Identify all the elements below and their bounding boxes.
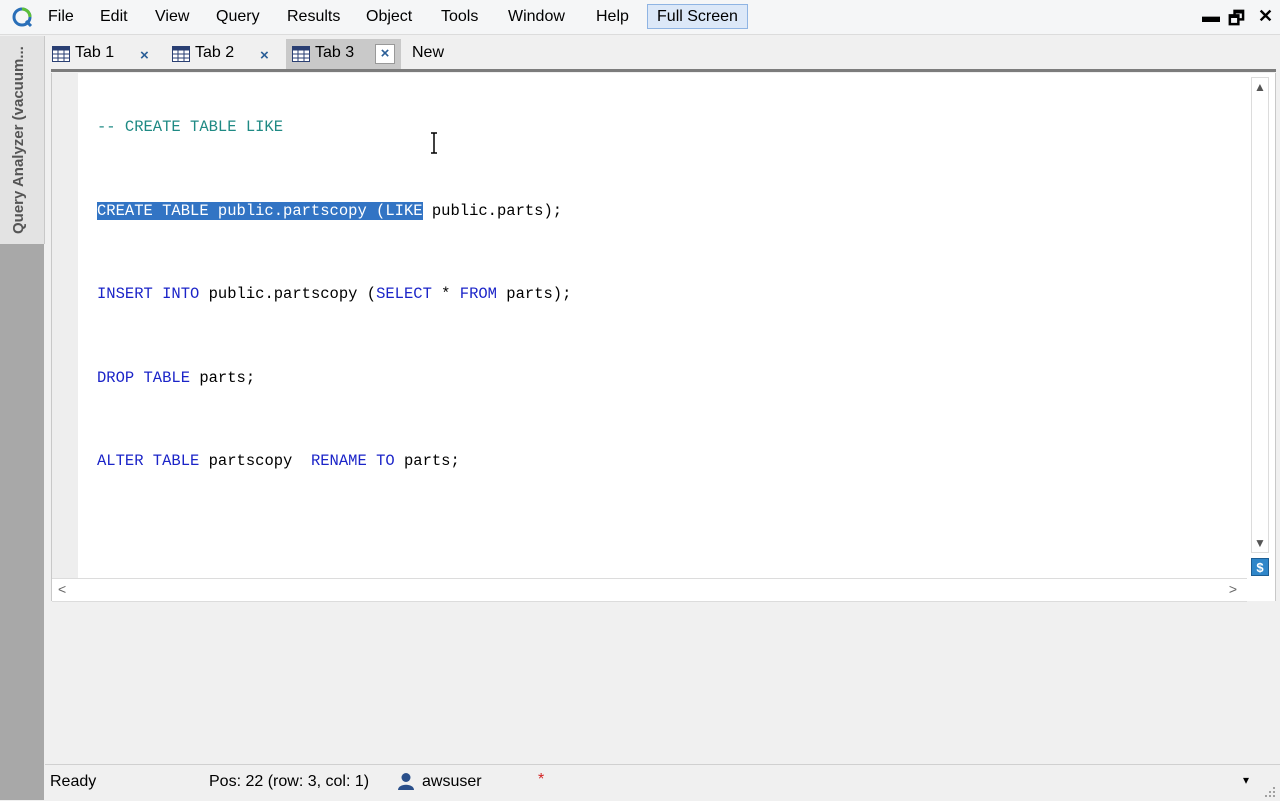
tab-1-label: Tab 1 bbox=[75, 44, 115, 61]
text-token: parts; bbox=[394, 452, 460, 470]
code-line-4: DROP TABLE parts; bbox=[97, 368, 571, 416]
tab-1[interactable]: Tab 1 × bbox=[46, 39, 158, 69]
vertical-scrollbar[interactable]: ▲ ▼ bbox=[1251, 77, 1269, 553]
text-token: public.partscopy ( bbox=[199, 285, 377, 303]
resize-grip-icon[interactable] bbox=[1264, 786, 1276, 798]
menu-bar: File Edit View Query Results Object Tool… bbox=[0, 0, 1280, 35]
menu-help[interactable]: Help bbox=[596, 8, 629, 26]
menu-edit[interactable]: Edit bbox=[100, 8, 128, 26]
dollar-icon[interactable]: $ bbox=[1251, 558, 1269, 576]
query-analyzer-panel-tab[interactable]: Query Analyzer (vacuum... bbox=[0, 36, 45, 244]
scroll-down-icon[interactable]: ▼ bbox=[1252, 534, 1268, 552]
code-line-5: ALTER TABLE partscopy RENAME TO parts; bbox=[97, 451, 571, 499]
new-tab-button[interactable]: New bbox=[412, 44, 444, 62]
menu-results[interactable]: Results bbox=[287, 8, 340, 26]
user-icon bbox=[398, 773, 414, 790]
close-tab-3-icon[interactable]: × bbox=[375, 44, 395, 64]
text-token: parts); bbox=[497, 285, 572, 303]
menu-tools[interactable]: Tools bbox=[441, 8, 478, 26]
tab-3-label: Tab 3 bbox=[315, 44, 355, 61]
code-line-1: -- CREATE TABLE LIKE bbox=[97, 117, 571, 165]
full-screen-button[interactable]: Full Screen bbox=[647, 4, 748, 29]
scroll-left-icon[interactable]: < bbox=[58, 581, 66, 597]
menu-query[interactable]: Query bbox=[216, 8, 260, 26]
menu-file[interactable]: File bbox=[48, 8, 74, 26]
editor-gutter bbox=[52, 73, 78, 578]
user-name: awsuser bbox=[422, 773, 482, 790]
keyword-token: INSERT INTO bbox=[97, 285, 200, 303]
text-token: * bbox=[431, 285, 460, 303]
minimize-button[interactable]: ▬ bbox=[1202, 6, 1220, 27]
close-tab-2-icon[interactable]: × bbox=[260, 47, 269, 64]
text-token: public.parts); bbox=[422, 201, 563, 220]
menu-window[interactable]: Window bbox=[508, 8, 565, 26]
modified-indicator: * bbox=[538, 771, 545, 788]
menu-view[interactable]: View bbox=[155, 8, 189, 26]
restore-button[interactable]: 🗗 bbox=[1228, 6, 1245, 36]
close-window-button[interactable]: ✕ bbox=[1258, 6, 1273, 27]
tab-underline bbox=[51, 69, 1276, 72]
keyword-token: SELECT bbox=[376, 285, 432, 303]
side-panel: Query Analyzer (vacuum... bbox=[0, 36, 45, 800]
cursor-position: Pos: 22 (row: 3, col: 1) bbox=[209, 773, 370, 790]
keyword-token: ALTER TABLE bbox=[97, 452, 200, 470]
results-area bbox=[45, 603, 1280, 763]
keyword-token: DROP TABLE bbox=[97, 368, 191, 387]
tab-3[interactable]: Tab 3 × bbox=[286, 39, 401, 69]
table-grid-icon bbox=[292, 46, 310, 62]
table-grid-icon bbox=[172, 46, 190, 62]
app-logo-icon bbox=[12, 7, 33, 28]
code-area[interactable]: -- CREATE TABLE LIKE CREATE TABLE public… bbox=[97, 81, 571, 535]
status-dropdown-icon[interactable]: ▾ bbox=[1243, 773, 1249, 787]
comment-token: -- CREATE TABLE LIKE bbox=[97, 118, 284, 136]
text-token: parts; bbox=[190, 368, 256, 387]
selected-text: CREATE TABLE public.partscopy (LIKE bbox=[97, 201, 423, 220]
tab-2-label: Tab 2 bbox=[195, 44, 235, 61]
tab-strip: Tab 1 × Tab 2 × Tab 3 × New bbox=[45, 36, 1280, 69]
table-grid-icon bbox=[52, 46, 70, 62]
keyword-token: RENAME TO bbox=[310, 452, 395, 470]
scroll-right-icon[interactable]: > bbox=[1229, 581, 1237, 597]
menu-object[interactable]: Object bbox=[366, 8, 412, 26]
code-line-3: INSERT INTO public.partscopy (SELECT * F… bbox=[97, 284, 571, 332]
text-token: partscopy bbox=[199, 452, 311, 470]
tab-2[interactable]: Tab 2 × bbox=[166, 39, 278, 69]
query-analyzer-panel-label: Query Analyzer (vacuum... bbox=[10, 46, 27, 234]
code-line-2: CREATE TABLE public.partscopy (LIKE publ… bbox=[97, 201, 571, 249]
text-cursor-icon bbox=[431, 132, 437, 154]
status-text: Ready bbox=[50, 773, 97, 790]
keyword-token: FROM bbox=[459, 285, 497, 303]
scroll-up-icon[interactable]: ▲ bbox=[1252, 78, 1268, 96]
close-tab-1-icon[interactable]: × bbox=[140, 47, 149, 64]
status-bar: Ready Pos: 22 (row: 3, col: 1) awsuser *… bbox=[45, 764, 1280, 801]
sql-editor[interactable]: -- CREATE TABLE LIKE CREATE TABLE public… bbox=[51, 73, 1276, 602]
horizontal-scrollbar[interactable]: < > bbox=[52, 578, 1247, 602]
